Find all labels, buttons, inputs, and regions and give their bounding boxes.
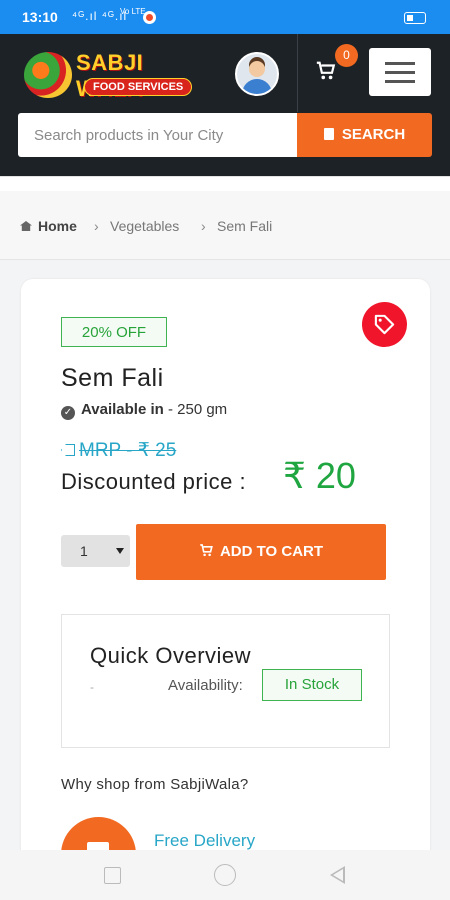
home-icon bbox=[20, 221, 32, 231]
breadcrumb-category[interactable]: Vegetables bbox=[110, 218, 179, 234]
signal-icon: ⁴ᴳ.ıl ⁴ᴳ.ıl bbox=[72, 9, 128, 23]
site-header: SABJI WALA FOOD SERVICES 0 SEARCH bbox=[0, 34, 450, 176]
status-time: 13:10 bbox=[22, 9, 58, 25]
search-icon bbox=[323, 128, 334, 140]
quantity-select[interactable]: 1 bbox=[61, 535, 130, 567]
breadcrumb-separator: › bbox=[94, 218, 99, 234]
product-title: Sem Fali bbox=[61, 364, 164, 392]
mrp-price: MRP - ₹ 25 bbox=[61, 439, 176, 462]
discount-badge: 20% OFF bbox=[61, 317, 167, 347]
verified-check-icon: ✓ bbox=[61, 406, 75, 420]
user-avatar[interactable] bbox=[235, 52, 279, 96]
cart-icon bbox=[200, 544, 213, 557]
overview-description: - bbox=[90, 680, 94, 694]
quick-overview-box: Quick Overview - Availability: In Stock bbox=[61, 614, 390, 748]
search-button[interactable]: SEARCH bbox=[297, 113, 432, 157]
breadcrumb: Home › Vegetables › Sem Fali bbox=[0, 191, 450, 260]
breadcrumb-separator: › bbox=[201, 218, 206, 234]
cart-count-badge: 0 bbox=[335, 44, 358, 67]
quick-overview-title: Quick Overview bbox=[90, 643, 252, 668]
dropdown-arrow-icon bbox=[116, 548, 124, 554]
search-input[interactable] bbox=[18, 113, 297, 157]
notification-icon bbox=[143, 11, 156, 24]
stock-status-badge: In Stock bbox=[262, 669, 362, 701]
android-nav-bar bbox=[0, 850, 450, 900]
breadcrumb-home[interactable]: Home bbox=[20, 218, 77, 234]
availability-label: Availability: bbox=[168, 677, 243, 694]
add-to-cart-button[interactable]: ADD TO CART bbox=[136, 524, 386, 580]
menu-button[interactable] bbox=[369, 48, 431, 96]
why-shop-heading: Why shop from SabjiWala? bbox=[61, 776, 249, 793]
vegetable-basket-icon bbox=[24, 52, 72, 98]
discounted-price-label: Discounted price : bbox=[61, 469, 247, 494]
price-tag-icon bbox=[61, 444, 75, 456]
battery-icon bbox=[404, 12, 426, 24]
recents-button[interactable] bbox=[104, 867, 121, 884]
header-strip bbox=[0, 176, 450, 191]
feature-free-delivery: Free Delivery bbox=[154, 831, 256, 850]
volte-indicator: Vo LTE bbox=[120, 7, 146, 16]
brand-subtitle: FOOD SERVICES bbox=[84, 78, 193, 96]
discounted-price: ₹ 20 bbox=[283, 455, 356, 496]
home-button[interactable] bbox=[214, 864, 236, 886]
brand-logo[interactable]: SABJI WALA FOOD SERVICES bbox=[24, 48, 200, 102]
status-bar: 13:10 ⁴ᴳ.ıl ⁴ᴳ.ıl Vo LTE bbox=[0, 0, 450, 34]
product-card: 20% OFF Sem Fali ✓ Available in - 250 gm … bbox=[21, 279, 430, 899]
header-divider bbox=[297, 34, 298, 112]
back-button[interactable] bbox=[330, 866, 345, 884]
breadcrumb-current: Sem Fali bbox=[217, 218, 273, 234]
availability-info: ✓ Available in - 250 gm bbox=[61, 401, 227, 420]
cart-icon[interactable] bbox=[315, 60, 337, 82]
offer-tag-icon bbox=[362, 302, 407, 347]
